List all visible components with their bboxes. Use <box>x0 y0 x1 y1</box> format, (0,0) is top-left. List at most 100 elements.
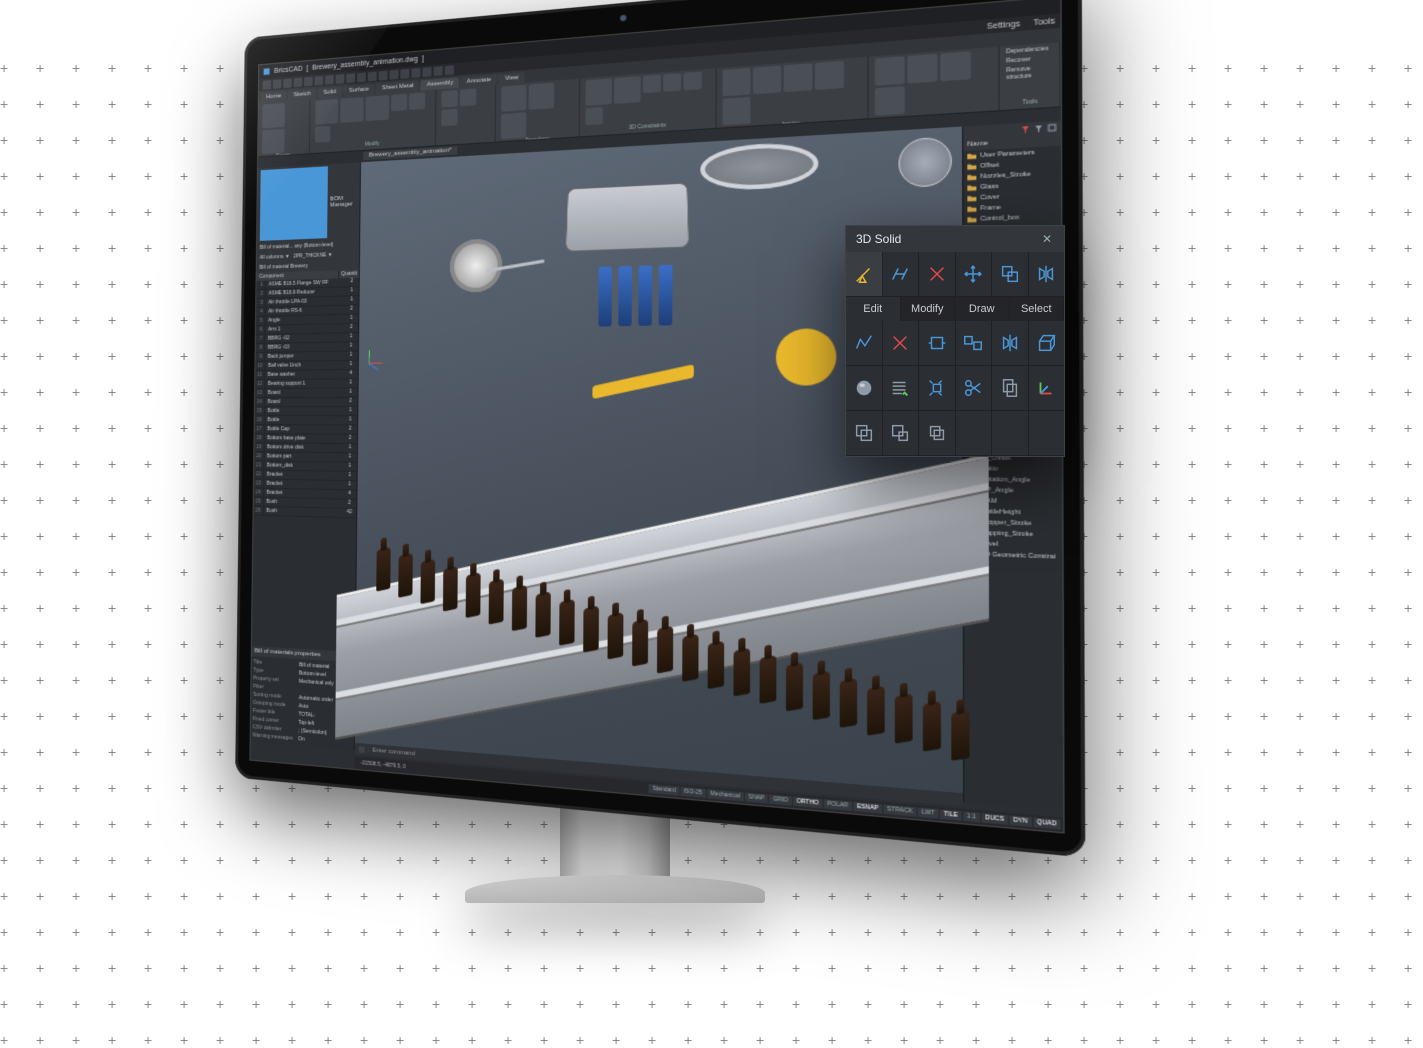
toggle-polar[interactable]: POLAR <box>823 799 851 811</box>
standard-part-icon[interactable] <box>340 97 364 123</box>
qat-redo-icon[interactable] <box>315 75 324 85</box>
align-icon[interactable] <box>956 321 993 365</box>
status-iso[interactable]: ISO-25 <box>680 787 705 798</box>
qat-icon[interactable] <box>445 65 454 75</box>
quad-tab-edit[interactable]: Edit <box>846 297 901 321</box>
qat-print-icon[interactable] <box>294 77 303 87</box>
toggle-strack[interactable]: STRACK <box>883 804 916 816</box>
intersect-icon[interactable] <box>919 411 956 455</box>
qat-color-icon[interactable] <box>346 73 355 83</box>
mirror-icon[interactable] <box>1029 252 1065 296</box>
balloon-icon[interactable] <box>722 68 750 97</box>
qat-icon[interactable] <box>411 67 420 77</box>
quad-tab-modify[interactable]: Modify <box>901 297 956 321</box>
form-component-icon[interactable] <box>365 95 389 121</box>
mech-browser-icon[interactable] <box>940 51 971 81</box>
bom-row[interactable]: 15Bottle1 <box>255 407 358 416</box>
qat-icon[interactable] <box>368 71 377 81</box>
hide-icon[interactable] <box>442 90 458 108</box>
subtract-icon[interactable] <box>883 411 920 455</box>
sphere-icon[interactable] <box>846 366 883 410</box>
qat-new-icon[interactable] <box>263 80 272 90</box>
dissolve-icon[interactable] <box>314 126 330 143</box>
trim-scissor-icon[interactable] <box>956 366 993 410</box>
explode-icon[interactable] <box>919 366 956 410</box>
audit-icon[interactable] <box>883 366 920 410</box>
status-zoom[interactable]: 1:1 <box>963 811 980 822</box>
constraint-icon[interactable] <box>643 75 661 94</box>
toggle-lwt[interactable]: LWT <box>918 807 939 818</box>
bom-row[interactable]: 13Board1 <box>255 389 358 398</box>
balloon-auto-icon[interactable] <box>753 65 781 94</box>
polyline-icon[interactable] <box>846 321 883 365</box>
remove-structure-item[interactable]: Remove structure <box>1006 64 1054 82</box>
axis-gizmo[interactable] <box>365 346 389 371</box>
filter-red-icon[interactable] <box>1021 125 1030 134</box>
qat-icon[interactable] <box>422 67 431 77</box>
bom-header[interactable]: BOM Manager <box>257 162 360 243</box>
constraint-icon[interactable] <box>684 71 702 90</box>
open-icon[interactable] <box>315 99 338 125</box>
qat-open-icon[interactable] <box>273 79 282 89</box>
copy-object-icon[interactable] <box>992 252 1029 296</box>
bom-tab-all[interactable]: All columns ▼ <box>260 254 290 261</box>
constraint-icon[interactable] <box>586 107 604 125</box>
toggle-ortho[interactable]: ORTHO <box>793 797 822 809</box>
explode-icon[interactable] <box>907 54 937 84</box>
replace-icon[interactable] <box>409 92 425 110</box>
trailing-lines-icon[interactable] <box>783 63 812 92</box>
quad-tab-draw[interactable]: Draw <box>955 297 1010 321</box>
vstyle-icon[interactable] <box>442 109 458 127</box>
qat-undo-icon[interactable] <box>304 76 313 86</box>
qat-icon[interactable] <box>389 69 398 79</box>
toggle-ducs[interactable]: DUCS <box>981 813 1008 825</box>
ucs-axis-icon[interactable] <box>1029 366 1065 410</box>
union-icon[interactable] <box>846 411 883 455</box>
filter-icon[interactable] <box>1034 124 1043 133</box>
bom-tab-thickness[interactable]: 2PR_THICKNE ▼ <box>293 253 332 261</box>
status-mechanical[interactable]: Mechanical <box>707 789 744 801</box>
copy-clip-icon[interactable] <box>992 366 1029 410</box>
bom-row[interactable]: 26Bush42 <box>253 507 356 519</box>
new-component-icon[interactable] <box>262 103 285 129</box>
mirror-icon[interactable] <box>992 321 1029 365</box>
stretch-icon[interactable] <box>919 321 956 365</box>
qat-icon[interactable] <box>379 70 388 80</box>
params-panel-icon[interactable] <box>874 86 904 116</box>
quad-title-bar[interactable]: 3D Solid ✕ <box>846 226 1064 252</box>
delete-icon[interactable] <box>883 321 920 365</box>
toggle-snap[interactable]: SNAP <box>745 792 768 803</box>
qat-layer-icon[interactable] <box>336 74 345 84</box>
qat-save-icon[interactable] <box>283 78 292 88</box>
close-icon[interactable]: ✕ <box>1040 232 1054 246</box>
broom-icon[interactable] <box>846 252 883 296</box>
bom-row[interactable]: 12Bearing support 11 <box>255 380 358 390</box>
move-icon[interactable] <box>956 252 993 296</box>
constraint-icon[interactable] <box>663 73 681 92</box>
expand-icon[interactable] <box>1047 123 1056 132</box>
toggle-grid[interactable]: GRID <box>769 794 791 805</box>
quad-tool-panel[interactable]: 3D Solid ✕ Edit Modify Draw Select <box>845 225 1065 457</box>
open-copy-icon[interactable] <box>391 94 407 112</box>
update-icon[interactable] <box>875 56 905 86</box>
connect-icon[interactable] <box>883 252 920 296</box>
array-icon[interactable] <box>501 112 526 139</box>
delete-icon[interactable] <box>919 252 956 296</box>
qat-icon[interactable] <box>434 66 443 76</box>
qat-icon[interactable] <box>400 68 409 78</box>
init-mech-icon[interactable] <box>262 129 285 154</box>
section-settings[interactable]: Settings <box>987 20 1020 31</box>
extrude-icon[interactable] <box>1029 321 1065 365</box>
rotate-icon[interactable] <box>528 83 554 110</box>
quad-tab-select[interactable]: Select <box>1010 297 1065 321</box>
section-tools[interactable]: Tools <box>1033 17 1055 27</box>
toggle-dyn[interactable]: DYN <box>1009 815 1031 827</box>
bom-icon[interactable] <box>815 61 844 90</box>
toggle-quad[interactable]: QUAD <box>1033 817 1061 829</box>
toggle-tile[interactable]: TILE <box>940 809 962 820</box>
show-icon[interactable] <box>460 88 477 106</box>
toggle-esnap[interactable]: ESNAP <box>853 802 882 814</box>
bom-row[interactable]: 14Board2 <box>255 398 358 407</box>
status-standard[interactable]: Standard <box>649 784 679 796</box>
concentric-icon[interactable] <box>614 76 641 104</box>
